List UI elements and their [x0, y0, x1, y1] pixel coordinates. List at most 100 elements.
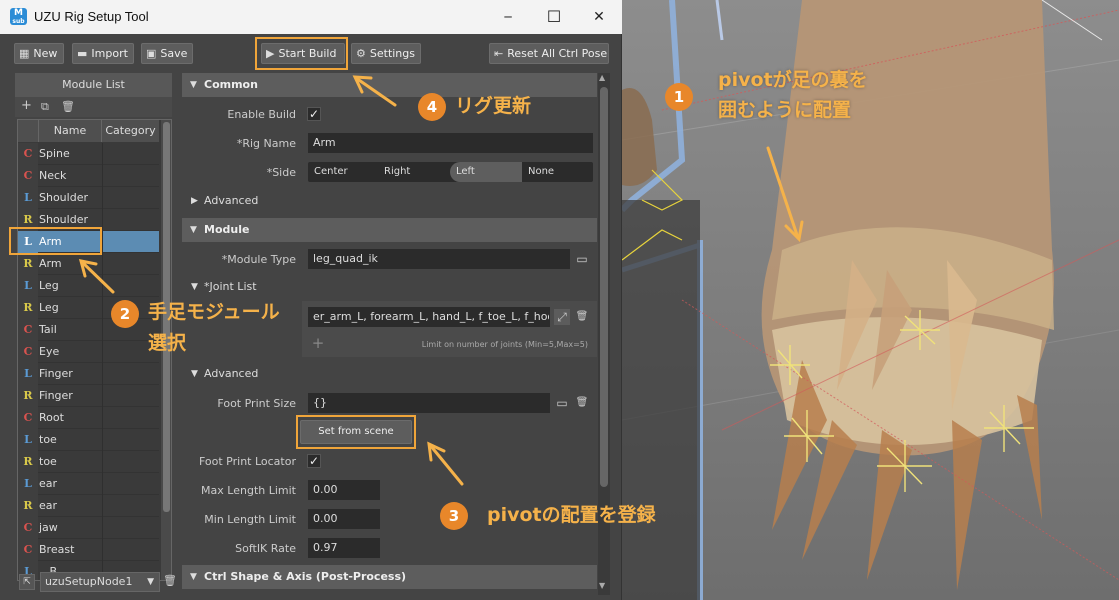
- max-length-field[interactable]: 0.00: [308, 480, 380, 500]
- new-button[interactable]: ▦ New: [14, 43, 64, 64]
- side-badge: R: [18, 209, 38, 231]
- list-item[interactable]: C Tail: [18, 319, 159, 341]
- side-option-right[interactable]: Right: [378, 162, 448, 182]
- 3d-viewport[interactable]: 1 pivotが足の裏を 囲むように配置: [622, 0, 1119, 600]
- section-advanced-common[interactable]: ▶ Advanced: [182, 190, 597, 212]
- annotation-4-badge: 4: [418, 93, 446, 121]
- list-item[interactable]: Lear: [18, 473, 159, 495]
- collapse-arrow-icon: ▼: [191, 282, 198, 292]
- section-module[interactable]: ▼ Module: [182, 218, 597, 242]
- add-icon[interactable]: +: [21, 98, 32, 113]
- min-length-field[interactable]: 0.00: [308, 509, 380, 529]
- min-length-label: Min Length Limit: [204, 513, 296, 526]
- settings-button[interactable]: ⚙ Settings: [351, 43, 421, 64]
- joint-list-field[interactable]: er_arm_L, forearm_L, hand_L, f_toe_L, f_…: [308, 307, 550, 327]
- list-item[interactable]: Rtoe: [18, 451, 159, 473]
- list-item[interactable]: C Eye: [18, 341, 159, 363]
- enable-build-checkbox[interactable]: ✓: [307, 107, 321, 121]
- trash-icon[interactable]: 🗑: [574, 395, 590, 411]
- reset-ctrl-pose-button[interactable]: ⇤ Reset All Ctrl Pose: [489, 43, 609, 64]
- module-name: Root: [39, 411, 64, 424]
- list-item[interactable]: C Breast: [18, 539, 159, 561]
- browse-icon[interactable]: ▭: [574, 251, 590, 267]
- set-from-scene-button[interactable]: Set from scene: [300, 420, 412, 444]
- list-item[interactable]: Ltoe: [18, 429, 159, 451]
- side-option-center[interactable]: Center: [308, 162, 378, 182]
- title-bar[interactable]: Msub UZU Rig Setup Tool ─ ☐ ✕: [0, 0, 622, 34]
- chevron-down-icon: ▼: [147, 577, 154, 587]
- module-category: [102, 165, 159, 187]
- module-category: [102, 473, 159, 495]
- module-list-title: Module List: [15, 73, 172, 97]
- collapse-arrow-icon: ▼: [191, 369, 198, 379]
- minimize-button[interactable]: ─: [485, 0, 531, 34]
- import-button[interactable]: ▬ Import: [72, 43, 134, 64]
- trash-icon[interactable]: 🗑: [61, 100, 75, 113]
- section-joint-list[interactable]: ▼ *Joint List: [182, 276, 597, 298]
- column-name[interactable]: Name: [38, 120, 102, 142]
- trash-icon[interactable]: 🗑: [574, 309, 590, 325]
- module-name: Eye: [39, 345, 60, 358]
- scroll-down-icon[interactable]: ▼: [599, 581, 605, 590]
- list-item[interactable]: Rear: [18, 495, 159, 517]
- foot-print-size-field[interactable]: {}: [308, 393, 550, 413]
- close-button[interactable]: ✕: [576, 0, 622, 34]
- list-item[interactable]: R Shoulder: [18, 209, 159, 231]
- delete-node-icon[interactable]: 🗑: [163, 574, 177, 587]
- start-build-button[interactable]: ▶ Start Build: [261, 43, 345, 64]
- annotation-1-badge: 1: [665, 83, 693, 111]
- add-joint-icon[interactable]: +: [310, 335, 326, 351]
- list-item[interactable]: L Shoulder: [18, 187, 159, 209]
- app-icon: Msub: [10, 8, 27, 25]
- module-name: Finger: [39, 389, 73, 402]
- settings-scroll-thumb[interactable]: [600, 87, 608, 487]
- module-name: Leg: [39, 301, 59, 314]
- list-item[interactable]: R Finger: [18, 385, 159, 407]
- pick-joint-icon[interactable]: ⤢: [554, 309, 570, 325]
- module-category: [102, 429, 159, 451]
- section-module-title: Module: [204, 223, 250, 236]
- section-common[interactable]: ▼ Common: [182, 73, 597, 97]
- side-selector[interactable]: Center Right Left None: [308, 162, 593, 182]
- viewport-scene: [622, 0, 1119, 600]
- list-item[interactable]: L Leg: [18, 275, 159, 297]
- side-option-none[interactable]: None: [522, 162, 592, 182]
- list-item[interactable]: L Finger: [18, 363, 159, 385]
- list-item[interactable]: C Root: [18, 407, 159, 429]
- section-advanced-module[interactable]: ▼ Advanced: [182, 363, 597, 385]
- list-item[interactable]: C Spine: [18, 143, 159, 165]
- side-badge: C: [18, 341, 38, 363]
- browse-icon[interactable]: ▭: [554, 395, 570, 411]
- select-node-icon[interactable]: ⇱: [19, 574, 35, 590]
- module-list-footer: ⇱ uzuSetupNode1 ▼ 🗑: [15, 572, 177, 594]
- settings-label: Settings: [369, 47, 415, 60]
- list-item[interactable]: L Arm: [18, 231, 159, 253]
- module-name: Spine: [39, 147, 70, 160]
- side-badge: R: [18, 253, 38, 275]
- foot-print-locator-checkbox[interactable]: ✓: [307, 454, 321, 468]
- duplicate-icon[interactable]: ⧉: [41, 100, 49, 114]
- softik-rate-field[interactable]: 0.97: [308, 538, 380, 558]
- module-type-field[interactable]: leg_quad_ik: [308, 249, 570, 269]
- column-category[interactable]: Category: [102, 120, 159, 142]
- list-item[interactable]: C Neck: [18, 165, 159, 187]
- section-ctrl-shape[interactable]: ▼ Ctrl Shape & Axis (Post-Process): [182, 565, 597, 589]
- side-option-left[interactable]: Left: [450, 162, 522, 182]
- module-name: Neck: [39, 169, 67, 182]
- list-item[interactable]: R Arm: [18, 253, 159, 275]
- setup-node-select[interactable]: uzuSetupNode1 ▼: [40, 572, 160, 592]
- list-item[interactable]: Cjaw: [18, 517, 159, 539]
- maximize-button[interactable]: ☐: [531, 0, 577, 34]
- reset-label: Reset All Ctrl Pose: [507, 47, 608, 60]
- module-name: toe: [39, 455, 57, 468]
- scroll-up-icon[interactable]: ▲: [599, 73, 605, 82]
- joint-list-title: *Joint List: [204, 280, 257, 293]
- side-badge: L: [18, 429, 38, 451]
- rig-name-field[interactable]: Arm: [308, 133, 593, 153]
- save-button[interactable]: ▣ Save: [141, 43, 193, 64]
- annotation-1-line1: pivotが足の裏を: [718, 69, 868, 91]
- side-badge: C: [18, 319, 38, 341]
- max-length-label: Max Length Limit: [201, 484, 296, 497]
- setup-node-name: uzuSetupNode1: [45, 575, 133, 588]
- side-badge: R: [18, 297, 38, 319]
